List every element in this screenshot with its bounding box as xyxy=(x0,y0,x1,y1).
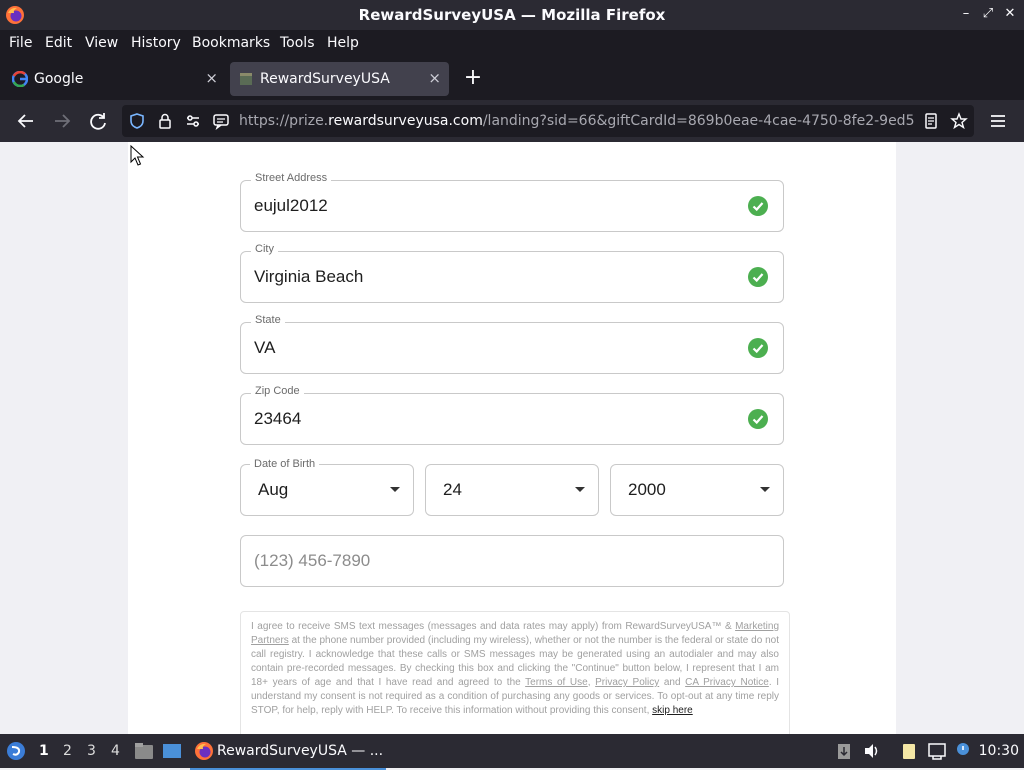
state-field[interactable]: State VA xyxy=(240,314,784,374)
date-of-birth-label: Date of Birth xyxy=(250,458,320,470)
chevron-down-icon xyxy=(760,487,770,492)
city-field[interactable]: City Virginia Beach xyxy=(240,243,784,303)
form-card: Street Address eujul2012 City Virginia B… xyxy=(128,142,896,734)
tab-label: Google xyxy=(34,71,84,87)
site-icon xyxy=(240,73,252,85)
dob-month-value: Aug xyxy=(258,480,289,499)
start-menu-icon[interactable] xyxy=(6,741,26,761)
url-text[interactable]: https://prize.rewardsurveyusa.com/landin… xyxy=(239,113,915,129)
shield-icon[interactable] xyxy=(128,112,146,130)
window-title: RewardSurveyUSA — Mozilla Firefox xyxy=(358,6,666,24)
city-value[interactable]: Virginia Beach xyxy=(254,267,363,287)
tab-google[interactable]: Google × xyxy=(4,62,226,96)
tab-rewardsurvey[interactable]: RewardSurveyUSA × xyxy=(230,62,449,96)
close-window-button[interactable]: ✕ xyxy=(1002,6,1018,22)
ca-privacy-notice-link[interactable]: CA Privacy Notice xyxy=(685,677,769,688)
check-icon xyxy=(748,338,768,358)
bookmark-star-icon[interactable] xyxy=(950,112,968,130)
maximize-button[interactable]: ⤢ xyxy=(980,6,996,22)
close-tab-icon[interactable]: × xyxy=(205,69,218,87)
workspace-3[interactable]: 3 xyxy=(87,743,96,759)
dob-day-value: 24 xyxy=(443,480,462,499)
notes-icon[interactable] xyxy=(900,742,918,760)
state-label: State xyxy=(251,314,285,326)
minimize-button[interactable]: – xyxy=(958,6,974,22)
check-icon xyxy=(748,196,768,216)
taskbar-app-label: RewardSurveyUSA — ... xyxy=(217,743,384,759)
menu-bar: File Edit View History Bookmarks Tools H… xyxy=(0,30,1024,58)
menu-edit[interactable]: Edit xyxy=(45,35,72,51)
close-tab-icon[interactable]: × xyxy=(428,69,441,87)
info-notification-icon[interactable] xyxy=(954,742,972,760)
workspace-2[interactable]: 2 xyxy=(63,743,72,759)
sms-consent-text: I agree to receive SMS text messages (me… xyxy=(240,611,790,734)
clock: 10:30 xyxy=(978,743,1019,759)
desktop-icon[interactable] xyxy=(162,742,182,760)
city-label: City xyxy=(251,243,278,255)
workspace-1[interactable]: 1 xyxy=(39,743,49,759)
page-content: Street Address eujul2012 City Virginia B… xyxy=(0,142,1024,734)
taskbar-firefox-window[interactable]: RewardSurveyUSA — ... xyxy=(190,734,386,770)
zip-code-field[interactable]: Zip Code 23464 xyxy=(240,385,784,445)
notification-icon[interactable] xyxy=(212,112,230,130)
dob-month-select[interactable]: Aug xyxy=(240,464,414,516)
chevron-down-icon xyxy=(575,487,585,492)
street-address-label: Street Address xyxy=(251,172,332,184)
back-icon[interactable] xyxy=(14,109,38,133)
forward-icon[interactable] xyxy=(50,109,74,133)
reader-view-icon[interactable] xyxy=(922,112,940,130)
tab-bar: Google × RewardSurveyUSA × xyxy=(0,58,1024,100)
dob-year-select[interactable]: 2000 xyxy=(610,464,784,516)
tab-label: RewardSurveyUSA xyxy=(260,71,390,87)
dob-year-value: 2000 xyxy=(628,480,666,499)
phone-field[interactable]: (123) 456-7890 xyxy=(240,535,784,587)
street-address-field[interactable]: Street Address eujul2012 xyxy=(240,172,784,232)
state-value[interactable]: VA xyxy=(254,338,275,358)
file-manager-icon[interactable] xyxy=(134,742,154,760)
terms-of-use-link[interactable]: Terms of Use xyxy=(525,677,588,688)
lock-icon[interactable] xyxy=(156,112,174,130)
phone-placeholder[interactable]: (123) 456-7890 xyxy=(254,551,370,571)
menu-file[interactable]: File xyxy=(9,35,32,51)
skip-here-link[interactable]: skip here xyxy=(652,705,693,716)
menu-tools[interactable]: Tools xyxy=(280,35,315,51)
street-address-value[interactable]: eujul2012 xyxy=(254,196,328,216)
zip-code-label: Zip Code xyxy=(251,385,304,397)
google-icon xyxy=(12,71,28,87)
check-icon xyxy=(748,409,768,429)
privacy-policy-link[interactable]: Privacy Policy xyxy=(595,677,659,688)
menu-view[interactable]: View xyxy=(85,35,118,51)
firefox-icon xyxy=(195,742,213,760)
url-bar[interactable]: https://prize.rewardsurveyusa.com/landin… xyxy=(122,105,974,137)
clipboard-icon[interactable] xyxy=(836,742,852,760)
dob-day-select[interactable]: 24 xyxy=(425,464,599,516)
taskbar: 1 2 3 4 RewardSurveyUSA — ... 10:30 xyxy=(0,734,1024,770)
mouse-cursor-icon xyxy=(130,145,145,166)
workspace-4[interactable]: 4 xyxy=(111,743,120,759)
permissions-icon[interactable] xyxy=(184,112,202,130)
new-tab-button[interactable]: + xyxy=(461,66,485,90)
volume-icon[interactable] xyxy=(863,742,881,760)
check-icon xyxy=(748,267,768,287)
hamburger-menu-icon[interactable] xyxy=(986,109,1010,133)
chevron-down-icon xyxy=(390,487,400,492)
zip-code-value[interactable]: 23464 xyxy=(254,409,301,429)
menu-help[interactable]: Help xyxy=(327,35,359,51)
nav-bar: https://prize.rewardsurveyusa.com/landin… xyxy=(0,100,1024,142)
window-titlebar: RewardSurveyUSA — Mozilla Firefox – ⤢ ✕ xyxy=(0,0,1024,30)
menu-bookmarks[interactable]: Bookmarks xyxy=(192,35,270,51)
network-icon[interactable] xyxy=(927,742,947,760)
menu-history[interactable]: History xyxy=(131,35,181,51)
reload-icon[interactable] xyxy=(86,109,110,133)
